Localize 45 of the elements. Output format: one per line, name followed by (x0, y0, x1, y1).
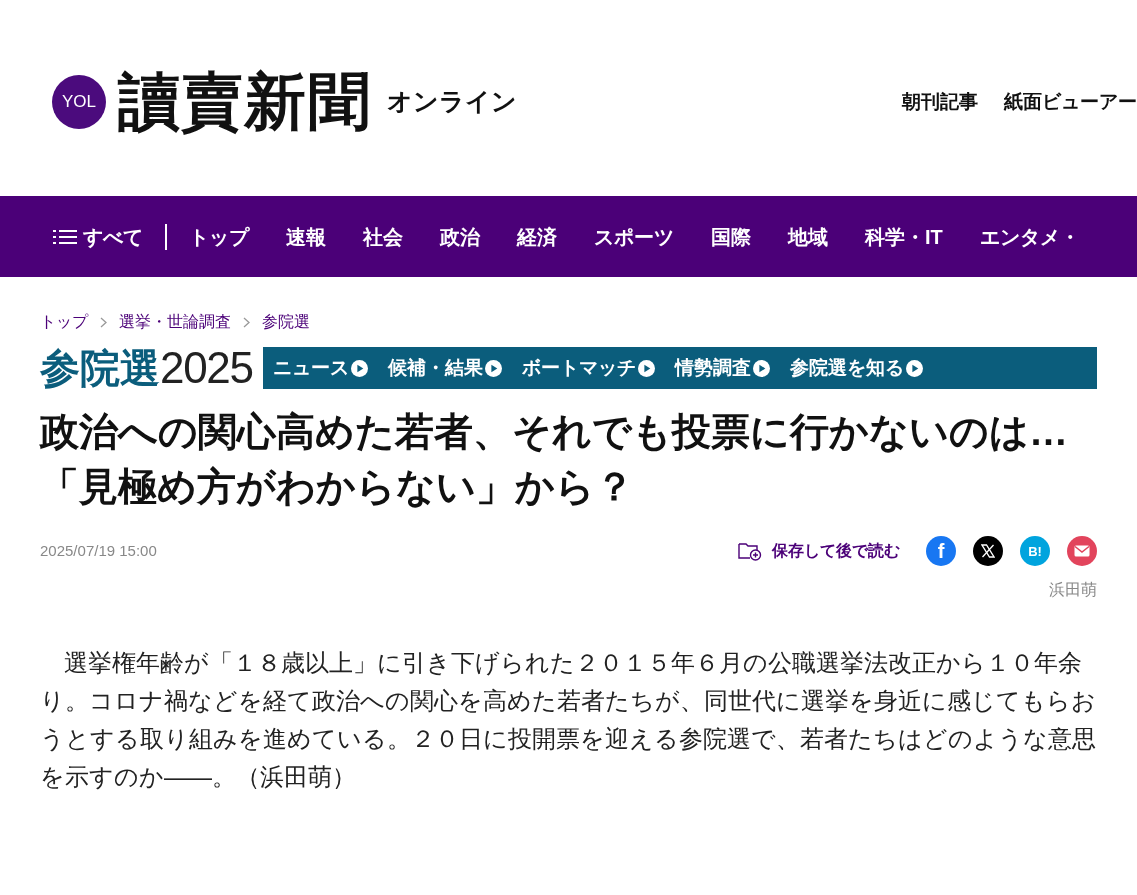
breadcrumb-link[interactable]: 選挙・世論調査 (119, 310, 231, 334)
logo-title[interactable]: 讀賣新聞 (118, 71, 371, 133)
nav-item[interactable]: 科学・IT (865, 221, 943, 252)
logo-suffix: オンライン (386, 86, 517, 118)
election-logo-year[interactable]: 2025 (160, 346, 253, 390)
folder-plus-icon (738, 541, 762, 561)
play-icon (350, 359, 368, 377)
author-name: 浜田萌 (1049, 580, 1097, 600)
article-lead: 選挙権年齢が「１８歳以上」に引き下げられた２０１５年６月の公職選挙法改正から１０年余り。コロナ禍などを経て政治への関心を高めた若者たちが、同世代に選挙を身近に感じてもらおうとする取り組みを進めている。２０日に投開票を迎える参院選で、若者たちはどのような意思を示すのか――。（浜田萌） (40, 648, 1097, 792)
election-link[interactable]: ボートマッチ (521, 353, 655, 383)
menu-icon (53, 227, 77, 246)
nav-item[interactable]: スポーツ (594, 221, 674, 252)
nav-item[interactable]: 経済 (517, 221, 557, 252)
play-icon (484, 359, 502, 377)
chevron-icon (100, 316, 107, 328)
menu-button[interactable]: すべて (53, 221, 143, 252)
facebook-share-button[interactable]: f (926, 536, 956, 566)
nav-item[interactable]: 政治 (440, 221, 480, 252)
nav-item[interactable]: 地域 (788, 221, 828, 252)
logo-badge[interactable]: YOL (52, 75, 106, 129)
nav-item[interactable]: 速報 (286, 221, 326, 252)
nav-item[interactable]: 国際 (711, 221, 751, 252)
nav-item[interactable]: トップ (189, 221, 249, 252)
election-link[interactable]: 候補・結果 (387, 353, 502, 383)
x-logo-icon (981, 544, 995, 558)
chevron-icon (243, 316, 250, 328)
play-icon (637, 359, 655, 377)
nav-item[interactable]: エンタメ・ (979, 221, 1080, 252)
election-logo-title[interactable]: 参院選 (40, 348, 160, 388)
save-for-later-button[interactable]: 保存して後で読む (738, 539, 900, 563)
article-date: 2025/07/19 15:00 (40, 540, 157, 561)
play-icon (905, 359, 923, 377)
header-link[interactable]: 紙面ビューアー (1004, 87, 1137, 117)
breadcrumb-link[interactable]: 参院選 (262, 310, 310, 334)
nav-item[interactable]: 社会 (363, 221, 403, 252)
x-share-button[interactable] (973, 536, 1003, 566)
article-headline: 政治への関心高めた若者、それでも投票に行かないのは… 「見極め方がわからない」から？ (40, 409, 1069, 510)
header-link[interactable]: 朝刊記事 (902, 87, 978, 117)
election-link[interactable]: ニュース (272, 353, 368, 383)
mail-share-button[interactable] (1067, 536, 1097, 566)
election-link[interactable]: 情勢調査 (674, 353, 770, 383)
play-icon (752, 359, 770, 377)
envelope-icon (1074, 545, 1090, 557)
breadcrumb-link[interactable]: トップ (40, 310, 88, 334)
election-link[interactable]: 参院選を知る (789, 353, 923, 383)
